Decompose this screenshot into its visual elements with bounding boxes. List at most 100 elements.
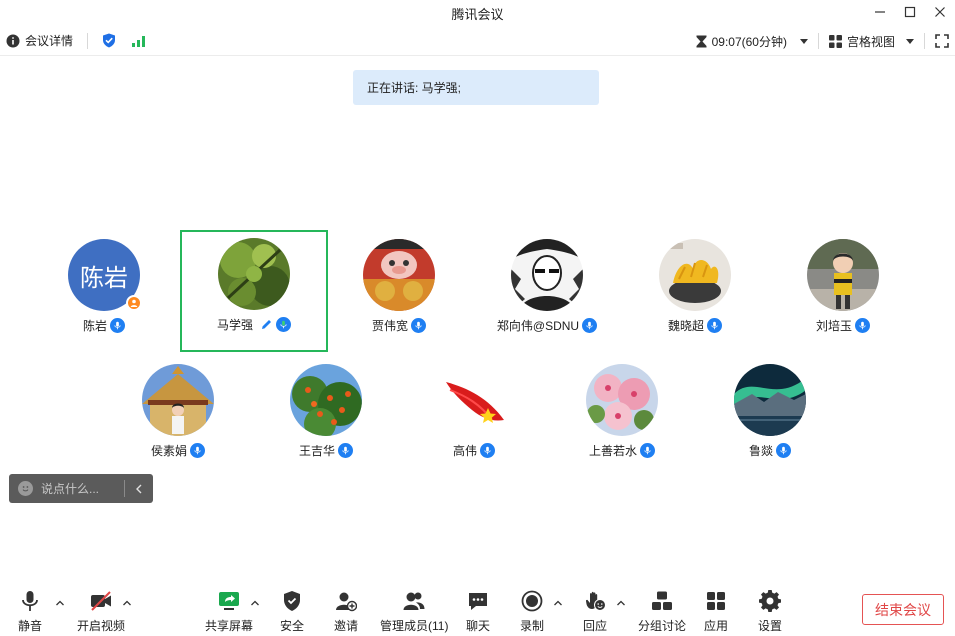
collapse-chat-button[interactable] <box>125 484 153 494</box>
breakout-rooms-button[interactable]: 分组讨论 <box>638 589 686 634</box>
chevron-down-icon <box>799 38 808 44</box>
participant-name-row: 贾伟宽 <box>325 317 473 334</box>
participant-tile[interactable]: 上善若水 <box>548 356 696 478</box>
minimize-icon <box>875 11 885 13</box>
maximize-button[interactable] <box>895 0 925 24</box>
settings-label: 设置 <box>758 619 783 633</box>
gear-icon <box>759 590 781 612</box>
avatar <box>734 364 806 436</box>
chevron-down-icon <box>906 38 914 44</box>
start-video-label: 开启视频 <box>77 619 126 633</box>
person-icon <box>130 299 138 307</box>
participant-name-row: 陈岩 <box>30 317 178 334</box>
title-bar: 腾讯会议 <box>0 0 955 26</box>
chevron-up-icon <box>56 600 64 606</box>
mic-icon <box>776 443 791 458</box>
shield-check-icon <box>103 33 116 48</box>
maximize-icon <box>904 6 916 18</box>
close-button[interactable] <box>925 0 955 24</box>
view-mode-button[interactable]: 宫格视图 <box>828 33 914 50</box>
avatar <box>807 239 879 311</box>
mute-button[interactable]: 静音 <box>18 589 42 634</box>
share-screen-button[interactable]: 共享屏幕 <box>205 589 253 634</box>
apps-label: 应用 <box>704 619 729 633</box>
video-options-button[interactable] <box>122 597 132 607</box>
participant-tile[interactable]: 王吉华 <box>252 356 400 478</box>
info-bar: 会议详情 09:07(60分钟) 宫格视图 <box>0 26 955 56</box>
mic-icon <box>110 318 125 333</box>
participant-tile[interactable]: 魏晓超 <box>621 231 769 353</box>
security-status[interactable] <box>102 33 116 48</box>
participant-name: 鲁燚 <box>748 444 773 458</box>
reaction-button[interactable]: 回应 <box>583 589 607 634</box>
chevron-up-icon <box>251 600 259 606</box>
meeting-details-button[interactable]: 会议详情 <box>6 32 73 49</box>
participant-name: 贾伟宽 <box>371 319 408 333</box>
avatar <box>363 239 435 311</box>
grid-view-icon <box>828 34 842 48</box>
participant-name: 魏晓超 <box>667 319 704 333</box>
mic-icon <box>411 318 426 333</box>
participant-name-row: 刘培玉 <box>769 317 917 334</box>
members-icon <box>403 592 425 610</box>
participant-tile[interactable]: 刘培玉 <box>769 231 917 353</box>
participant-name-row: 郑向伟@SDNU <box>473 317 621 334</box>
mic-icon <box>190 443 205 458</box>
participant-tile-active-speaker[interactable]: 马学强 <box>180 230 328 352</box>
divider <box>924 33 925 49</box>
network-status[interactable] <box>132 35 146 47</box>
record-options-button[interactable] <box>553 597 563 607</box>
end-meeting-button[interactable]: 结束会议 <box>862 594 944 625</box>
fullscreen-button[interactable] <box>935 34 949 48</box>
share-screen-icon <box>219 592 239 610</box>
chevron-left-icon <box>136 484 142 493</box>
manage-members-label: 管理成员(11) <box>380 619 449 633</box>
emoji-icon[interactable] <box>18 481 33 496</box>
add-user-icon <box>336 592 357 612</box>
participant-name: 马学强 <box>216 318 253 332</box>
share-options-button[interactable] <box>250 597 260 607</box>
record-button[interactable]: 录制 <box>520 589 544 634</box>
participant-name-row: 鲁燚 <box>696 442 844 459</box>
participant-name: 王吉华 <box>298 444 335 458</box>
info-icon <box>6 34 20 47</box>
divider <box>87 32 89 49</box>
participant-tile[interactable]: 高伟 <box>400 356 548 478</box>
mic-icon <box>582 318 598 333</box>
invite-button[interactable]: 邀请 <box>334 589 358 634</box>
meeting-timer[interactable]: 09:07(60分钟) <box>696 33 808 50</box>
mute-options-button[interactable] <box>55 597 65 607</box>
microphone-icon <box>22 591 38 611</box>
participant-name: 刘培玉 <box>815 319 852 333</box>
video-off-icon <box>91 591 111 611</box>
start-video-button[interactable]: 开启视频 <box>77 589 125 634</box>
breakout-rooms-label: 分组讨论 <box>638 619 687 633</box>
participant-tile[interactable]: 鲁燚 <box>696 356 844 478</box>
security-button[interactable]: 安全 <box>280 589 304 634</box>
record-icon <box>521 590 543 612</box>
chevron-up-icon <box>123 600 131 606</box>
manage-members-button[interactable]: 管理成员(11) <box>380 589 448 634</box>
participant-tile[interactable]: 贾伟宽 <box>325 231 473 353</box>
record-label: 录制 <box>520 619 545 633</box>
chat-quick-input[interactable]: 说点什么... <box>9 474 153 503</box>
participant-tile[interactable]: 郑向伟@SDNU <box>473 231 621 353</box>
participant-tile[interactable]: 陈岩 陈岩 <box>30 231 178 353</box>
chat-placeholder: 说点什么... <box>41 482 100 496</box>
chevron-up-icon <box>554 600 562 606</box>
participant-tile[interactable]: 侯素娟 <box>104 356 252 478</box>
reaction-options-button[interactable] <box>616 597 626 607</box>
hourglass-icon <box>696 35 707 47</box>
window-controls <box>865 0 955 26</box>
participant-name-row: 高伟 <box>400 442 548 459</box>
meeting-details-label: 会议详情 <box>25 34 74 48</box>
settings-button[interactable]: 设置 <box>758 589 782 634</box>
apps-button[interactable]: 应用 <box>704 589 728 634</box>
avatar <box>511 239 583 311</box>
mic-active-icon <box>276 317 291 332</box>
minimize-button[interactable] <box>865 0 895 24</box>
participant-name: 陈岩 <box>82 319 107 333</box>
timer-text: 09:07(60分钟) <box>711 34 787 49</box>
mic-icon <box>707 318 722 333</box>
chat-button[interactable]: 聊天 <box>466 589 490 634</box>
